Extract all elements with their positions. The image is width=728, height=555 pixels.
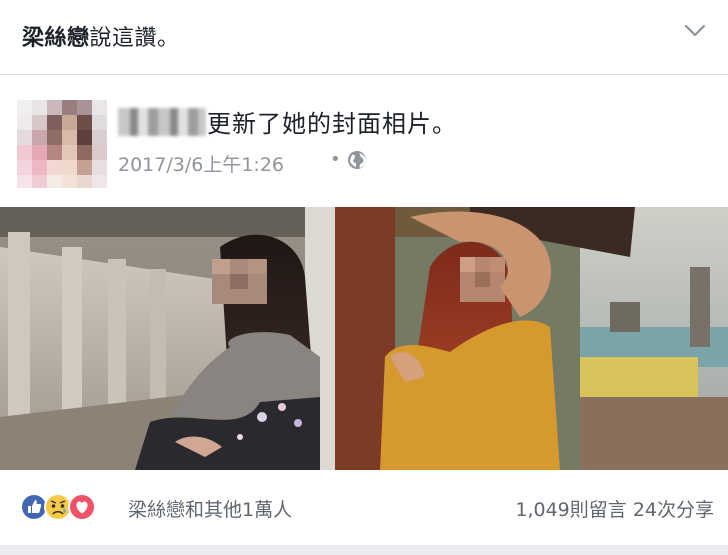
- feed-divider: [0, 545, 728, 555]
- poster-avatar[interactable]: [17, 100, 107, 188]
- love-icon[interactable]: [68, 493, 96, 521]
- reactions-bar: 梁絲戀和其他1萬人 1,049則留言 24次分享: [0, 480, 728, 530]
- meta-separator: •: [330, 149, 341, 170]
- cover-photo[interactable]: [0, 207, 728, 470]
- comments-count[interactable]: 1,049則留言: [515, 499, 626, 521]
- post-action-text: 更新了她的封面相片。: [207, 110, 457, 138]
- chevron-down-icon[interactable]: [680, 16, 710, 46]
- comment-share-counts: 1,049則留言 24次分享: [515, 495, 714, 522]
- story-header: 梁絲戀說這讚。: [0, 0, 728, 75]
- like-icon[interactable]: [20, 493, 48, 521]
- shares-count[interactable]: 24次分享: [633, 499, 714, 521]
- reaction-summary[interactable]: 梁絲戀和其他1萬人: [128, 495, 292, 522]
- poster-name-blurred[interactable]: [118, 108, 206, 136]
- news-feed-post-card: 梁絲戀說這讚。 更新了她的封面相片。 2017/3/6上午1:26 • 梁絲戀和…: [0, 0, 728, 545]
- sad-icon[interactable]: [44, 493, 72, 521]
- friend-name-link[interactable]: 梁絲戀: [22, 26, 90, 51]
- story-header-text: 梁絲戀說這讚。: [22, 20, 180, 52]
- reaction-icons[interactable]: [20, 492, 126, 522]
- story-action-text: 說這讚。: [89, 26, 180, 51]
- globe-icon[interactable]: [345, 148, 369, 172]
- post-timestamp[interactable]: 2017/3/6上午1:26: [118, 150, 284, 177]
